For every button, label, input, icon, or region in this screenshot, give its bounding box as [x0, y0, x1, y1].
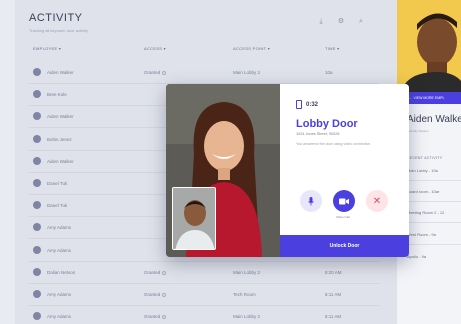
row-divider — [29, 260, 379, 262]
table-row[interactable]: Aiden Walker Granted Main Lobby 2 10a — [29, 63, 379, 83]
access-value: Granted — [144, 292, 161, 297]
employee-name-cell: Danel Tuk — [47, 181, 68, 186]
employee-role: Security System — [407, 129, 429, 133]
employee-name-cell: Amy Adams — [47, 247, 72, 253]
unlock-door-button[interactable]: Unlock Door — [280, 235, 409, 257]
employee-photo — [397, 0, 461, 92]
access-value: Granted — [144, 70, 161, 75]
search-icon[interactable]: ⌕ — [357, 18, 365, 26]
download-icon[interactable]: ⤓ — [317, 18, 325, 26]
call-status-message: You answered the door using video connec… — [296, 142, 371, 146]
access-point-cell: Main Lobby 2 — [233, 314, 261, 320]
self-view-image — [173, 188, 215, 249]
call-timer: 0:32 — [296, 100, 318, 109]
employee-name-cell: Aiden Walker — [47, 70, 74, 75]
door-address: 1024 Jones Street, 90028 — [296, 132, 340, 136]
avatar — [33, 267, 41, 276]
avatar — [33, 68, 41, 76]
avatar — [33, 112, 41, 121]
recent-activity-item: Main Lobby - 10a — [407, 168, 438, 173]
recent-activity-item: Apollo - 9a — [407, 254, 427, 259]
info-icon[interactable] — [162, 292, 167, 297]
table-header: EMPLOYEE ▾ ACCESS ▾ ACCESS POINT ▾ TIME … — [29, 46, 387, 56]
toolbar: ⤓ ⚙ ⌕ — [317, 18, 365, 26]
end-call-button[interactable]: ✕ — [366, 190, 388, 212]
info-icon[interactable] — [162, 270, 167, 275]
divider — [407, 222, 461, 223]
time-cell: 8:20 AM — [325, 269, 342, 275]
microphone-button[interactable] — [300, 190, 322, 212]
info-icon[interactable] — [162, 70, 167, 75]
filter-icon[interactable]: ⚙ — [337, 18, 345, 26]
page-header: ACTIVITY Tracking all keycard, door acti… — [29, 12, 88, 33]
video-caption: Video Call — [336, 215, 350, 219]
employee-name-cell: Aiden Walker — [47, 114, 74, 120]
employee-name-cell: Amy Adams — [47, 314, 72, 320]
call-duration: 0:32 — [306, 101, 319, 108]
video-feed — [166, 84, 280, 257]
avatar — [33, 90, 41, 99]
access-cell: Granted — [144, 70, 167, 75]
time-cell: 8:11 AM — [325, 292, 342, 297]
access-cell: Granted — [144, 292, 167, 297]
column-access-point[interactable]: ACCESS POINT ▾ — [233, 46, 270, 51]
recent-activity-item: Board room - 10ar — [407, 189, 440, 194]
employee-name-cell: Bree Kole — [47, 92, 67, 98]
avatar — [33, 134, 41, 143]
avatar — [33, 223, 41, 232]
table-row[interactable]: Amy Adams Granted Tech Room 8:11 AM — [29, 285, 379, 305]
access-value: Granted — [144, 269, 161, 275]
access-point-cell: Tech Room — [233, 292, 256, 297]
recent-activity-item: Meeting Room 2 - 12 — [407, 210, 445, 215]
microphone-icon — [308, 196, 314, 205]
recent-activity-item: West Room - 9a — [407, 232, 436, 237]
avatar — [33, 245, 41, 254]
table-row[interactable]: Dalian Netson Granted Main Lobby 2 8:20 AM — [29, 263, 379, 283]
avatar — [33, 156, 41, 165]
employee-name-cell: Bohin Jenez — [47, 136, 72, 142]
employee-name-cell: Amy Adams — [47, 225, 72, 231]
access-point-cell: Main Lobby 2 — [233, 70, 261, 75]
column-time[interactable]: TIME ▾ — [325, 46, 339, 51]
access-cell: Granted — [144, 314, 167, 320]
table-row[interactable]: Amy Adams Granted Main Lobby 2 8:11 AM — [29, 307, 379, 324]
close-icon: ✕ — [372, 195, 382, 207]
avatar — [33, 312, 41, 321]
access-point-cell: Main Lobby 2 — [233, 269, 261, 275]
employee-name-cell: Aiden Walker — [47, 158, 74, 164]
video-camera-icon — [339, 198, 349, 204]
avatar — [33, 290, 41, 298]
employee-name-cell: Dalian Netson — [47, 269, 76, 275]
employee-portrait-image — [397, 0, 461, 92]
app-window: ACTIVITY Tracking all keycard, door acti… — [15, 0, 461, 324]
employee-name-cell: Danel Tuk — [47, 203, 68, 209]
door-icon — [296, 100, 302, 109]
access-cell: Granted — [144, 269, 167, 275]
time-cell: 8:11 AM — [325, 314, 342, 320]
divider — [407, 244, 461, 245]
avatar — [33, 179, 41, 187]
column-employee[interactable]: EMPLOYEE ▾ — [33, 46, 61, 51]
employee-name: Aiden Walke — [407, 114, 461, 125]
door-title: Lobby Door — [296, 118, 358, 130]
employee-name-cell: Amy Adams — [47, 292, 72, 297]
video-call-modal: 0:32 Lobby Door 1024 Jones Street, 90028… — [166, 84, 409, 257]
row-divider — [29, 282, 379, 284]
door-call-card: 0:32 Lobby Door 1024 Jones Street, 90028… — [280, 84, 409, 257]
access-value: Granted — [144, 314, 161, 320]
avatar — [33, 201, 41, 210]
video-toggle-button[interactable] — [333, 190, 355, 212]
page-title: ACTIVITY — [29, 12, 83, 24]
row-divider — [29, 305, 379, 306]
page-subtitle: Tracking all keycard, door activity — [29, 28, 88, 33]
column-access[interactable]: ACCESS ▾ — [144, 46, 166, 51]
recent-activity-label: RECENT ACTIVITY — [407, 156, 443, 160]
time-cell: 10a — [325, 70, 333, 75]
divider — [407, 180, 461, 181]
self-view-video[interactable] — [172, 187, 216, 250]
divider — [407, 201, 461, 202]
info-icon[interactable] — [162, 315, 167, 319]
